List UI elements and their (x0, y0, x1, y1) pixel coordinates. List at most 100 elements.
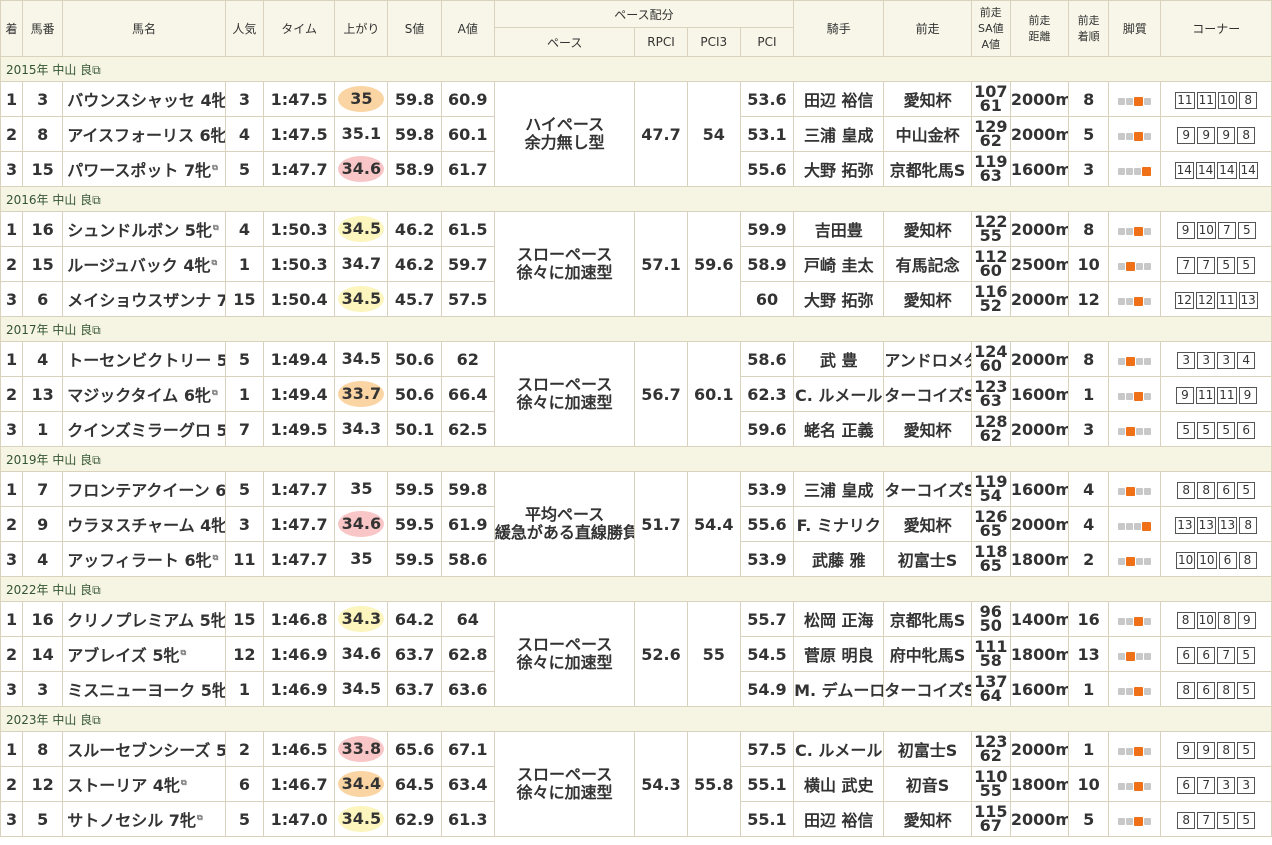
jockey-name[interactable]: 戸崎 圭太 (793, 246, 885, 282)
jockey-name[interactable]: 三浦 皇成 (793, 116, 885, 152)
external-link-icon[interactable]: ⧉ (197, 813, 203, 822)
horse-name[interactable]: アブレイズ 5牝⧉ (62, 636, 226, 672)
external-link-icon[interactable]: ⧉ (92, 453, 101, 467)
previous-race[interactable]: 愛知杯 (883, 801, 972, 837)
external-link-icon[interactable]: ⧉ (92, 323, 101, 337)
race-section-label[interactable]: 2017年 中山 良⧉ (0, 316, 1272, 342)
jockey-name[interactable]: 田辺 裕信 (793, 81, 885, 117)
race-year-label[interactable]: 2019年 中山 良 (6, 453, 92, 467)
race-section-label[interactable]: 2023年 中山 良⧉ (0, 706, 1272, 732)
jockey-name[interactable]: C. ルメール (793, 731, 885, 767)
jockey-name[interactable]: 横山 武史 (793, 766, 885, 802)
jockey-name[interactable]: C. ルメール (793, 376, 885, 412)
horse-name[interactable]: アッフィラート 6牝⧉ (62, 541, 226, 577)
external-link-icon[interactable]: ⧉ (92, 63, 101, 77)
race-year-label[interactable]: 2017年 中山 良 (6, 323, 92, 337)
horse-name[interactable]: ルージュバック 4牝⧉ (62, 246, 226, 282)
external-link-icon[interactable]: ⧉ (180, 648, 186, 657)
horse-name-link[interactable]: アッフィラート 6牝 (67, 551, 211, 570)
previous-race[interactable]: 愛知杯 (883, 281, 972, 317)
external-link-icon[interactable]: ⧉ (213, 553, 219, 562)
race-year-label[interactable]: 2015年 中山 良 (6, 63, 92, 77)
horse-name-link[interactable]: クリノプレミアム 5牝 (67, 611, 224, 630)
race-year-label[interactable]: 2022年 中山 良 (6, 583, 92, 597)
horse-name-link[interactable]: シュンドルボン 5牝 (67, 221, 212, 240)
previous-race[interactable]: 愛知杯 (883, 81, 972, 117)
horse-name-link[interactable]: マジックタイム 6牝 (67, 386, 211, 405)
jockey-name[interactable]: 大野 拓弥 (793, 151, 885, 187)
race-section-label[interactable]: 2019年 中山 良⧉ (0, 446, 1272, 472)
previous-race[interactable]: アンドロメダS (883, 341, 972, 377)
previous-race[interactable]: ターコイズS (883, 671, 972, 707)
jockey-name[interactable]: F. ミナリク (793, 506, 885, 542)
horse-name-link[interactable]: ストーリア 4牝 (67, 776, 180, 795)
horse-name[interactable]: クリノプレミアム 5牝⧉ (62, 601, 226, 637)
horse-name[interactable]: メイショウスザンナ 7牝⧉ (62, 281, 226, 317)
horse-name-link[interactable]: アイスフォーリス 6牝 (67, 126, 224, 145)
jockey-name[interactable]: 三浦 皇成 (793, 471, 885, 507)
previous-race[interactable]: ターコイズS (883, 471, 972, 507)
horse-name-link[interactable]: アブレイズ 5牝 (67, 646, 179, 665)
horse-name[interactable]: ウラヌスチャーム 4牝⧉ (62, 506, 226, 542)
horse-name[interactable]: スルーセブンシーズ 5牝⧉ (62, 731, 226, 767)
previous-race[interactable]: 初富士S (883, 541, 972, 577)
horse-name[interactable]: トーセンビクトリー 5牝⧉ (62, 341, 226, 377)
horse-name-link[interactable]: スルーセブンシーズ 5牝 (67, 741, 224, 760)
previous-race[interactable]: 京都牝馬S (883, 601, 972, 637)
horse-name[interactable]: ストーリア 4牝⧉ (62, 766, 226, 802)
external-link-icon[interactable]: ⧉ (92, 713, 101, 727)
jockey-name[interactable]: 松岡 正海 (793, 601, 885, 637)
race-section-label[interactable]: 2022年 中山 良⧉ (0, 576, 1272, 602)
external-link-icon[interactable]: ⧉ (213, 223, 219, 232)
horse-name[interactable]: バウンスシャッセ 4牝⧉ (62, 81, 226, 117)
previous-race[interactable]: 愛知杯 (883, 211, 972, 247)
horse-name-link[interactable]: メイショウスザンナ 7牝 (67, 291, 224, 310)
horse-name[interactable]: マジックタイム 6牝⧉ (62, 376, 226, 412)
external-link-icon[interactable]: ⧉ (92, 583, 101, 597)
horse-name[interactable]: フロンテアクイーン 6牝⧉ (62, 471, 226, 507)
corner-position-box: 9 (1176, 222, 1195, 239)
external-link-icon[interactable]: ⧉ (212, 163, 218, 172)
external-link-icon[interactable]: ⧉ (92, 193, 101, 207)
previous-race[interactable]: 京都牝馬S (883, 151, 972, 187)
jockey-name[interactable]: 吉田豊 (793, 211, 885, 247)
previous-race[interactable]: ターコイズS (883, 376, 972, 412)
horse-name[interactable]: クインズミラーグロ 5牝⧉ (62, 411, 226, 447)
horse-name-link[interactable]: クインズミラーグロ 5牝 (67, 421, 224, 440)
horse-name[interactable]: ミスニューヨーク 5牝⧉ (62, 671, 226, 707)
horse-name[interactable]: アイスフォーリス 6牝⧉ (62, 116, 226, 152)
horse-name-link[interactable]: ウラヌスチャーム 4牝 (67, 516, 224, 535)
previous-race[interactable]: 愛知杯 (883, 506, 972, 542)
horse-name-link[interactable]: トーセンビクトリー 5牝 (67, 351, 224, 370)
jockey-name[interactable]: 蛯名 正義 (793, 411, 885, 447)
horse-name[interactable]: シュンドルボン 5牝⧉ (62, 211, 226, 247)
horse-name-link[interactable]: フロンテアクイーン 6牝 (67, 481, 224, 500)
jockey-name[interactable]: 武 豊 (793, 341, 885, 377)
previous-race[interactable]: 中山金杯 (883, 116, 972, 152)
external-link-icon[interactable]: ⧉ (181, 778, 187, 787)
previous-race[interactable]: 有馬記念 (883, 246, 972, 282)
horse-name-link[interactable]: ミスニューヨーク 5牝 (67, 681, 224, 700)
jockey-name[interactable]: 田辺 裕信 (793, 801, 885, 837)
horse-name-link[interactable]: ルージュバック 4牝 (67, 256, 210, 275)
horse-name[interactable]: サトノセシル 7牝⧉ (62, 801, 226, 837)
external-link-icon[interactable]: ⧉ (212, 258, 218, 267)
previous-race[interactable]: 愛知杯 (883, 411, 972, 447)
horse-name-link[interactable]: パワースポット 7牝 (67, 161, 211, 180)
previous-race[interactable]: 初富士S (883, 731, 972, 767)
jockey-name[interactable]: 菅原 明良 (793, 636, 885, 672)
previous-race[interactable]: 府中牝馬S (883, 636, 972, 672)
race-year-label[interactable]: 2023年 中山 良 (6, 713, 92, 727)
previous-race[interactable]: 初音S (883, 766, 972, 802)
pci3-value: 55 (686, 601, 741, 707)
jockey-name[interactable]: M. デムーロ (793, 671, 885, 707)
jockey-name[interactable]: 大野 拓弥 (793, 281, 885, 317)
external-link-icon[interactable]: ⧉ (212, 388, 218, 397)
jockey-name[interactable]: 武藤 雅 (793, 541, 885, 577)
race-section-label[interactable]: 2015年 中山 良⧉ (0, 56, 1272, 82)
horse-name-link[interactable]: バウンスシャッセ 4牝 (67, 91, 224, 110)
race-section-label[interactable]: 2016年 中山 良⧉ (0, 186, 1272, 212)
horse-name[interactable]: パワースポット 7牝⧉ (62, 151, 226, 187)
horse-name-link[interactable]: サトノセシル 7牝 (67, 811, 196, 830)
race-year-label[interactable]: 2016年 中山 良 (6, 193, 92, 207)
